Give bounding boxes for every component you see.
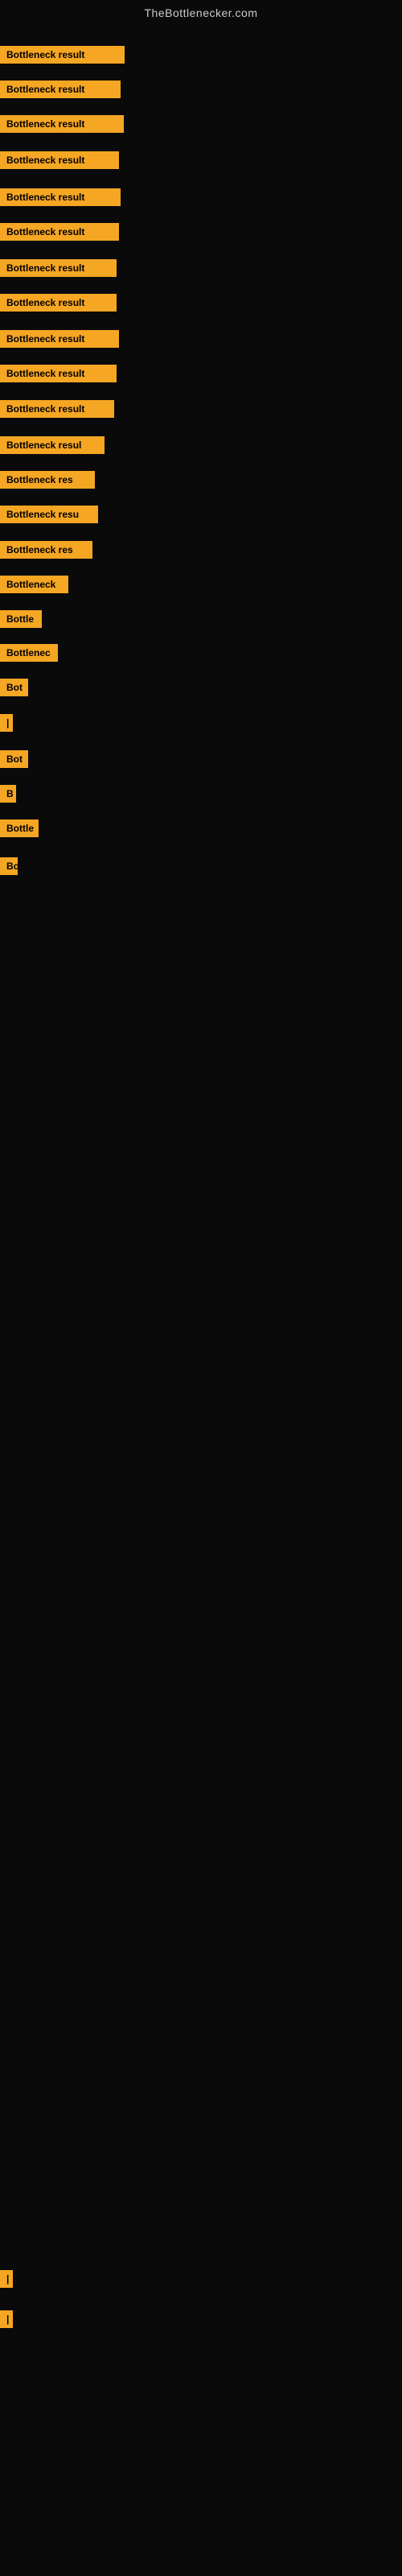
bottleneck-badge-25: | [0, 2270, 13, 2288]
bottleneck-badge-13: Bottleneck res [0, 471, 95, 489]
bottleneck-badge-9: Bottleneck result [0, 330, 119, 348]
bottleneck-badge-8: Bottleneck result [0, 294, 117, 312]
bottleneck-badge-11: Bottleneck result [0, 400, 114, 418]
bottleneck-badge-23: Bottle [0, 819, 39, 837]
bottleneck-badge-12: Bottleneck resul [0, 436, 105, 454]
bottleneck-badge-26: | [0, 2310, 13, 2328]
bottleneck-badge-5: Bottleneck result [0, 188, 121, 206]
bottleneck-badge-14: Bottleneck resu [0, 506, 98, 523]
bottleneck-badge-6: Bottleneck result [0, 223, 119, 241]
bottleneck-badge-18: Bottlenec [0, 644, 58, 662]
bottleneck-badge-21: Bot [0, 750, 28, 768]
bottleneck-badge-7: Bottleneck result [0, 259, 117, 277]
bottleneck-badge-4: Bottleneck result [0, 151, 119, 169]
bottleneck-badge-24: Bo [0, 857, 18, 875]
bottleneck-badge-16: Bottleneck [0, 576, 68, 593]
bottleneck-badge-1: Bottleneck result [0, 46, 125, 64]
bottleneck-badge-20: | [0, 714, 13, 732]
bottleneck-badge-2: Bottleneck result [0, 80, 121, 98]
bottleneck-badge-19: Bot [0, 679, 28, 696]
bottleneck-badge-15: Bottleneck res [0, 541, 92, 559]
site-title: TheBottlenecker.com [0, 0, 402, 26]
bottleneck-badge-3: Bottleneck result [0, 115, 124, 133]
bottleneck-badge-17: Bottle [0, 610, 42, 628]
bottleneck-badge-22: B [0, 785, 16, 803]
bottleneck-badge-10: Bottleneck result [0, 365, 117, 382]
